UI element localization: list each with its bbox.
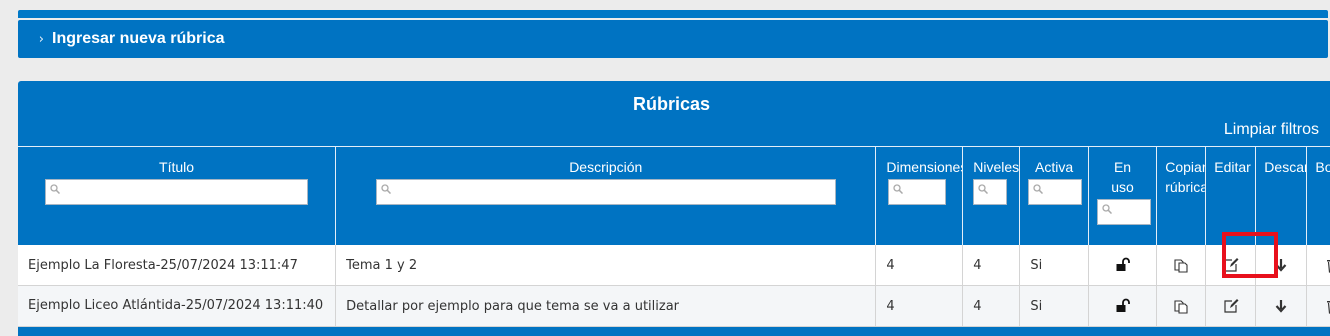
col-header-editar[interactable]: Editar <box>1205 146 1256 245</box>
search-icon <box>978 184 989 194</box>
filter-activa-select[interactable] <box>1028 179 1083 205</box>
new-rubric-label: Ingresar nueva rúbrica <box>52 30 225 47</box>
col-header-descripcion[interactable]: Descripción <box>335 146 876 245</box>
filter-en-uso-select[interactable] <box>1096 199 1151 225</box>
cell-editar <box>1205 285 1256 327</box>
edit-icon[interactable] <box>1223 257 1239 273</box>
copy-icon[interactable] <box>1173 257 1189 273</box>
cell-titulo: Ejemplo Liceo Atlántida-25/07/2024 13:11… <box>18 285 336 327</box>
table-row[interactable]: Ejemplo Liceo Atlántida-25/07/2024 13:11… <box>18 285 1330 327</box>
filter-dimensiones-input[interactable] <box>888 179 947 205</box>
cell-niveles: 4 <box>962 245 1020 286</box>
filter-titulo-input[interactable] <box>45 179 309 205</box>
cell-borrar <box>1306 285 1330 327</box>
filter-niveles-input[interactable] <box>973 179 1008 205</box>
copy-icon[interactable] <box>1173 298 1189 314</box>
chevron-right-icon: › <box>38 31 44 47</box>
cell-borrar <box>1306 245 1330 286</box>
col-header-borrar[interactable]: Borrar <box>1306 146 1330 245</box>
col-header-copiar[interactable]: Copiar rúbrica <box>1156 146 1206 245</box>
download-arrow-icon[interactable] <box>1273 298 1289 314</box>
cell-niveles: 4 <box>962 285 1020 327</box>
cell-activa: Si <box>1019 285 1089 327</box>
search-icon <box>893 184 904 194</box>
cell-descargar <box>1255 245 1307 286</box>
unlock-icon[interactable] <box>1115 257 1131 273</box>
rubrics-table: Título Descripción Dimensiones Niveles A… <box>18 146 1330 327</box>
rubrics-panel: Rúbricas Limpiar filtros Título Descripc… <box>18 81 1330 336</box>
download-arrow-icon[interactable] <box>1273 257 1289 273</box>
search-icon <box>1033 184 1044 194</box>
col-header-en-uso[interactable]: En uso <box>1087 146 1157 245</box>
cell-dimensiones: 4 <box>875 285 963 327</box>
top-accent-bar <box>18 10 1328 18</box>
search-icon <box>50 184 61 194</box>
cell-activa: Si <box>1019 245 1089 286</box>
search-icon <box>1102 204 1112 214</box>
cell-en-uso <box>1087 285 1157 327</box>
clear-filters-link[interactable]: Limpiar filtros <box>1224 121 1319 139</box>
col-header-niveles[interactable]: Niveles <box>962 146 1020 245</box>
cell-en-uso <box>1087 245 1157 286</box>
col-header-descargar[interactable]: Descargar <box>1255 146 1307 245</box>
cell-copiar <box>1156 285 1206 327</box>
trash-icon[interactable] <box>1325 257 1330 273</box>
cell-descargar <box>1255 285 1307 327</box>
cell-editar <box>1205 245 1256 286</box>
trash-icon[interactable] <box>1325 298 1330 314</box>
search-icon <box>381 184 391 194</box>
new-rubric-accordion[interactable]: › Ingresar nueva rúbrica <box>18 20 1328 58</box>
cell-titulo: Ejemplo La Floresta-25/07/2024 13:11:47 <box>18 245 336 286</box>
cell-copiar <box>1156 245 1206 286</box>
edit-icon[interactable] <box>1223 298 1239 314</box>
cell-descripcion: Detallar por ejemplo para que tema se va… <box>335 285 876 327</box>
cell-descripcion: Tema 1 y 2 <box>335 245 876 286</box>
col-header-titulo[interactable]: Título <box>18 146 336 245</box>
filter-descripcion-input[interactable] <box>375 179 836 205</box>
col-header-activa[interactable]: Activa <box>1019 146 1089 245</box>
table-row[interactable]: Ejemplo La Floresta-25/07/2024 13:11:47 … <box>18 245 1330 286</box>
col-header-dimensiones[interactable]: Dimensiones <box>875 146 963 245</box>
panel-title: Rúbricas <box>632 94 711 114</box>
unlock-icon[interactable] <box>1115 298 1131 314</box>
cell-dimensiones: 4 <box>875 245 963 286</box>
